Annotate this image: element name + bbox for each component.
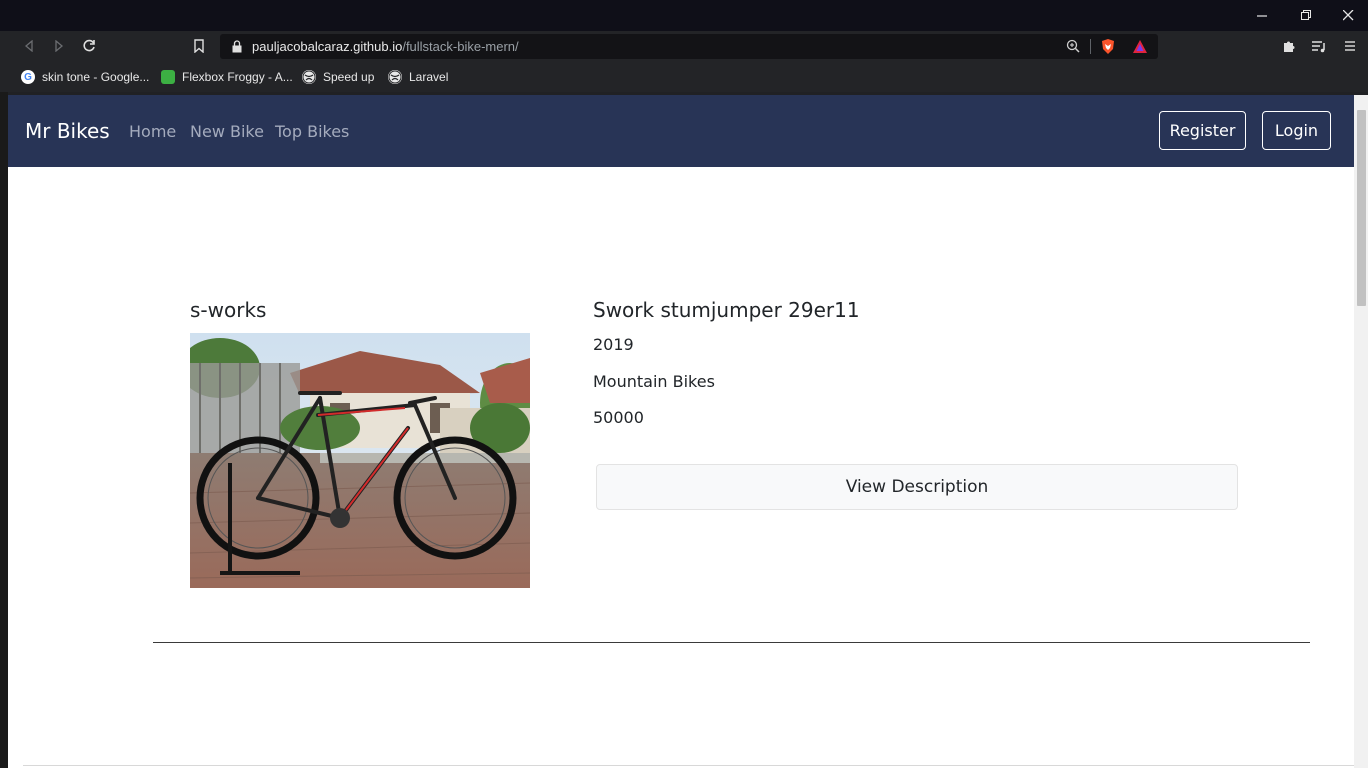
nav-home[interactable]: Home [129, 122, 176, 141]
login-button[interactable]: Login [1262, 111, 1331, 150]
frog-icon [161, 70, 175, 84]
hamburger-icon [1345, 41, 1355, 51]
puzzle-icon [1284, 41, 1295, 52]
bookmark-icon [194, 39, 204, 53]
url-text: pauljacobalcaraz.github.io/fullstack-bik… [252, 39, 519, 54]
minimize-icon [1256, 15, 1267, 17]
media-button[interactable] [1308, 35, 1330, 57]
minimize-button[interactable] [1240, 0, 1284, 31]
bookmark-item[interactable]: Laravel [388, 68, 448, 86]
bike-price: 50000 [593, 408, 644, 427]
playlist-icon [1312, 41, 1325, 53]
extensions-button[interactable] [1278, 35, 1300, 57]
bookmark-page-button[interactable] [188, 35, 210, 57]
register-button[interactable]: Register [1159, 111, 1246, 150]
menu-button[interactable] [1339, 35, 1361, 57]
bike-year: 2019 [593, 335, 634, 354]
web-page: Mr Bikes Home New Bike Top Bikes Registe… [8, 95, 1354, 768]
page-bottom-edge [23, 765, 1354, 766]
forward-button[interactable] [48, 35, 70, 57]
reload-icon [83, 39, 95, 52]
bike-category: Mountain Bikes [593, 372, 715, 391]
back-button[interactable] [18, 35, 40, 57]
bookmark-item[interactable]: G skin tone - Google... [21, 68, 149, 86]
back-icon [24, 40, 33, 52]
nav-top-bikes[interactable]: Top Bikes [275, 122, 349, 141]
brave-shield-icon[interactable] [1100, 38, 1116, 55]
bookmark-label: skin tone - Google... [42, 70, 150, 84]
close-button[interactable] [1326, 0, 1368, 31]
bookmark-label: Flexbox Froggy - A... [182, 70, 293, 84]
scrollbar-thumb[interactable] [1357, 110, 1366, 306]
globe-icon [388, 70, 402, 84]
view-description-button[interactable]: View Description [596, 464, 1238, 510]
address-bar[interactable]: pauljacobalcaraz.github.io/fullstack-bik… [220, 34, 1158, 59]
bookmarks-bar: G skin tone - Google... Flexbox Froggy -… [0, 62, 1368, 92]
brave-rewards-icon[interactable] [1132, 39, 1148, 54]
restore-button[interactable] [1284, 0, 1328, 31]
google-icon: G [21, 70, 35, 84]
bike-model: Swork stumjumper 29er11 [593, 298, 860, 322]
window-title-bar [0, 0, 1368, 31]
divider [153, 642, 1310, 643]
brand-link[interactable]: Mr Bikes [25, 119, 110, 143]
url-host: pauljacobalcaraz.github.io [252, 39, 403, 54]
forward-icon [55, 40, 64, 52]
url-path: /fullstack-bike-mern/ [402, 39, 519, 54]
close-icon [1342, 10, 1353, 21]
lock-icon [232, 40, 242, 53]
bike-photo [190, 333, 530, 588]
bookmark-label: Speed up [323, 70, 375, 84]
bookmark-label: Laravel [409, 70, 449, 84]
bike-brand: s-works [190, 298, 267, 322]
separator [1090, 39, 1091, 54]
bookmark-item[interactable]: Flexbox Froggy - A... [161, 68, 293, 86]
reload-button[interactable] [78, 35, 100, 57]
site-navbar: Mr Bikes Home New Bike Top Bikes Registe… [8, 95, 1354, 167]
restore-icon [1300, 10, 1311, 20]
window-edge [0, 92, 8, 768]
globe-icon [302, 70, 316, 84]
nav-new-bike[interactable]: New Bike [190, 122, 264, 141]
bookmark-item[interactable]: Speed up [302, 68, 374, 86]
zoom-icon[interactable] [1066, 39, 1080, 53]
